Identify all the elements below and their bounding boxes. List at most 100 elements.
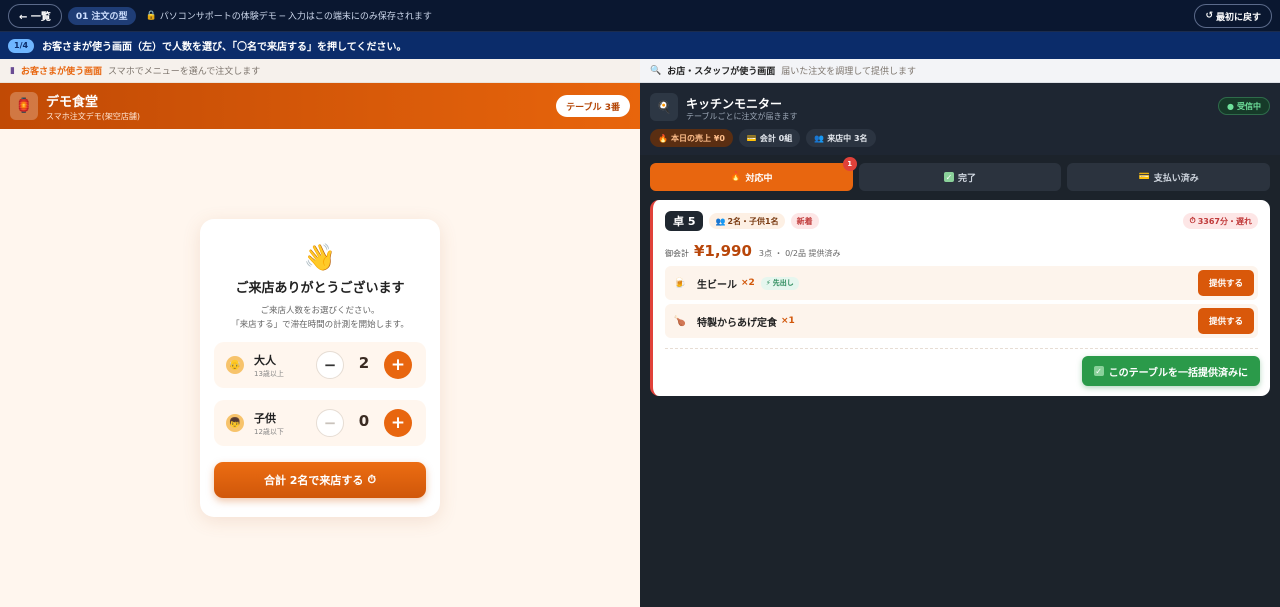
instruction-text: お客さまが使う画面（左）で人数を選び、「〇名で来店する」を押してください。 bbox=[42, 42, 407, 53]
adult-face-icon: 👴 bbox=[226, 356, 244, 374]
serve-button[interactable]: 提供する bbox=[1198, 308, 1254, 334]
divider bbox=[665, 348, 1258, 349]
adult-label: 大人 bbox=[254, 353, 276, 367]
back-button[interactable]: ← 一覧 bbox=[8, 3, 62, 28]
clock-icon: ⏱ bbox=[1189, 216, 1196, 225]
live-dot-icon: ● bbox=[1227, 101, 1234, 111]
kitchen-sub: テーブルごとに注文が届きます bbox=[686, 112, 798, 121]
visiting-stat: 👥 来店中 3名 bbox=[806, 129, 876, 147]
kitchen-panel-sub: 届いた注文を調理して提供します bbox=[781, 67, 916, 77]
sales-stat: 🔥 本日の売上 ¥0 bbox=[650, 129, 733, 147]
enter-store-label: 合計 2名で来店する bbox=[263, 474, 364, 487]
store-name: デモ食堂 bbox=[46, 94, 99, 110]
enter-store-button[interactable]: 合計 2名で来店する ⏱ bbox=[214, 462, 426, 498]
order-item: 🍺 生ビール ×2 ⚡ 先出し 提供する bbox=[665, 266, 1258, 300]
tab-paid-label: 支払い済み bbox=[1153, 173, 1199, 184]
order-card: 卓 5 👥 2名・子供1名 新着 ⏱ 3367分・遅れ 御会計 ¥1,990 3… bbox=[650, 200, 1270, 396]
customer-panel-title: お客さまが使う画面 bbox=[20, 67, 102, 77]
chicken-icon: 🍗 bbox=[673, 315, 687, 327]
item-name: 生ビール bbox=[697, 279, 737, 291]
welcome-description: ご来店人数をお選びください。 「来店する」で滞在時間の計測を開始します。 bbox=[214, 304, 426, 332]
waving-hand-icon: 👋 bbox=[303, 243, 337, 273]
kitchen-header: 🍳 キッチンモニター テーブルごとに注文が届きます ● 受信中 🔥 本日の売上 … bbox=[640, 83, 1280, 155]
item-quantity: ×2 bbox=[741, 278, 755, 288]
customer-panel-label: ▮ お客さまが使う画面 スマホでメニューを選んで注文します bbox=[0, 59, 640, 83]
welcome-title: ご来店ありがとうございます bbox=[235, 281, 405, 296]
child-sub: 12歳以下 bbox=[254, 427, 284, 436]
chapter-pill: 01 注文の型 bbox=[67, 6, 136, 25]
check-icon: ✓ bbox=[1093, 366, 1104, 376]
fire-icon: 🔥 bbox=[730, 172, 742, 182]
adult-count: 2 bbox=[358, 354, 370, 372]
receiving-label: 受信中 bbox=[1237, 101, 1261, 111]
reset-button[interactable]: ↺ 最初に戻す bbox=[1194, 4, 1272, 28]
store-sub: スマホ注文デモ(架空店舗) bbox=[46, 111, 141, 121]
adult-minus-button[interactable]: − bbox=[316, 351, 344, 379]
item-name: 特製からあげ定食 bbox=[697, 317, 777, 329]
welcome-desc-line1: ご来店人数をお選びください。 bbox=[260, 306, 380, 316]
kitchen-panel: 🔍 お店・スタッフが使う画面 届いた注文を調理して提供します 🍳 キッチンモニタ… bbox=[640, 59, 1280, 607]
visiting-stat-text: 来店中 3名 bbox=[827, 133, 868, 143]
table-number-pill: テーブル 3番 bbox=[556, 95, 630, 117]
tab-in-progress-label: 対応中 bbox=[745, 173, 773, 184]
new-badge: 新着 bbox=[790, 213, 819, 229]
storage-note: 🔒 パソコンサポートの体験デモ ─ 入力はこの端末にのみ保存されます bbox=[145, 9, 432, 23]
phone-icon: ▮ bbox=[10, 65, 15, 76]
fast-icon: ⚡ bbox=[765, 279, 771, 287]
tab-done-label: 完了 bbox=[958, 173, 977, 184]
tab-in-progress[interactable]: 🔥 対応中 1 bbox=[650, 157, 857, 191]
serve-button[interactable]: 提供する bbox=[1198, 270, 1254, 296]
lock-icon: 🔒 bbox=[145, 10, 157, 21]
storage-note-text: パソコンサポートの体験デモ ─ 入力はこの端末にのみ保存されます bbox=[159, 12, 432, 22]
step-badge: 1/4 bbox=[8, 38, 35, 53]
customer-panel-sub: スマホでメニューを選んで注文します bbox=[107, 67, 261, 77]
elapsed-time-chip: ⏱ 3367分・遅れ bbox=[1183, 213, 1258, 229]
child-minus-button[interactable]: − bbox=[316, 409, 344, 437]
people-icon: 👥 bbox=[715, 216, 726, 226]
store-header: 🏮 デモ食堂 スマホ注文デモ(架空店舗) テーブル 3番 bbox=[0, 83, 640, 129]
card-icon: 💳 bbox=[746, 133, 757, 143]
serve-first-text: 先出し bbox=[772, 279, 794, 287]
total-label: 御会計 bbox=[665, 249, 689, 258]
reset-label: 最初に戻す bbox=[1215, 12, 1261, 23]
fire-icon: 🔥 bbox=[658, 133, 668, 143]
elapsed-time-text: 3367分・遅れ bbox=[1197, 216, 1252, 226]
card-icon: 💳 bbox=[1138, 172, 1150, 182]
total-amount: ¥1,990 bbox=[694, 242, 752, 260]
kitchen-panel-title: お店・スタッフが使う画面 bbox=[667, 67, 776, 77]
receiving-badge: ● 受信中 bbox=[1218, 97, 1270, 115]
bulk-serve-button[interactable]: ✓ このテーブルを一括提供済みに bbox=[1081, 356, 1260, 386]
adult-plus-button[interactable]: + bbox=[384, 351, 412, 379]
top-bar: ← 一覧 01 注文の型 🔒 パソコンサポートの体験デモ ─ 入力はこの端末にの… bbox=[0, 0, 1280, 32]
item-quantity: ×1 bbox=[781, 316, 795, 326]
order-meta: 3点 ・ 0/2品 提供済み bbox=[758, 249, 841, 258]
child-face-icon: 👦 bbox=[226, 414, 244, 432]
adult-counter: 👴 大人 13歳以上 − 2 + bbox=[214, 342, 426, 388]
kitchen-title: キッチンモニター bbox=[686, 97, 783, 111]
checkout-stat-text: 会計 0組 bbox=[759, 133, 793, 143]
kitchen-monitor-icon: 🍳 bbox=[650, 93, 678, 121]
welcome-card: 👋 ご来店ありがとうございます ご来店人数をお選びください。 「来店する」で滞在… bbox=[200, 219, 440, 517]
tab-done[interactable]: ✓ 完了 bbox=[858, 163, 1062, 191]
instruction-bar: 1/4 お客さまが使う画面（左）で人数を選び、「〇名で来店する」を押してください… bbox=[0, 32, 1280, 59]
beer-icon: 🍺 bbox=[673, 277, 687, 289]
welcome-desc-line2: 「来店する」で滞在時間の計測を開始します。 bbox=[231, 320, 409, 330]
customer-panel: ▮ お客さまが使う画面 スマホでメニューを選んで注文します 🏮 デモ食堂 スマホ… bbox=[0, 59, 640, 607]
kitchen-tabs: 🔥 対応中 1 ✓ 完了 💳 支払い済み bbox=[650, 157, 1271, 191]
child-label: 子供 bbox=[254, 411, 276, 425]
child-plus-button[interactable]: + bbox=[384, 409, 412, 437]
lantern-icon: 🏮 bbox=[10, 92, 38, 120]
child-counter: 👦 子供 12歳以下 − 0 + bbox=[214, 400, 426, 446]
order-item: 🍗 特製からあげ定食 ×1 提供する bbox=[665, 304, 1258, 338]
tab-paid[interactable]: 💳 支払い済み bbox=[1067, 163, 1271, 191]
order-table-number: 卓 5 bbox=[665, 211, 704, 231]
guests-chip: 👥 2名・子供1名 bbox=[709, 213, 785, 229]
people-icon: 👥 bbox=[814, 133, 825, 143]
refresh-icon: ↺ bbox=[1205, 11, 1213, 21]
guests-chip-text: 2名・子供1名 bbox=[727, 216, 779, 226]
timer-icon: ⏱ bbox=[367, 473, 377, 486]
sales-stat-text: 本日の売上 ¥0 bbox=[670, 133, 725, 143]
bulk-serve-label: このテーブルを一括提供済みに bbox=[1108, 367, 1248, 379]
adult-sub: 13歳以上 bbox=[254, 369, 284, 378]
magnifier-icon: 🔍 bbox=[650, 65, 662, 76]
